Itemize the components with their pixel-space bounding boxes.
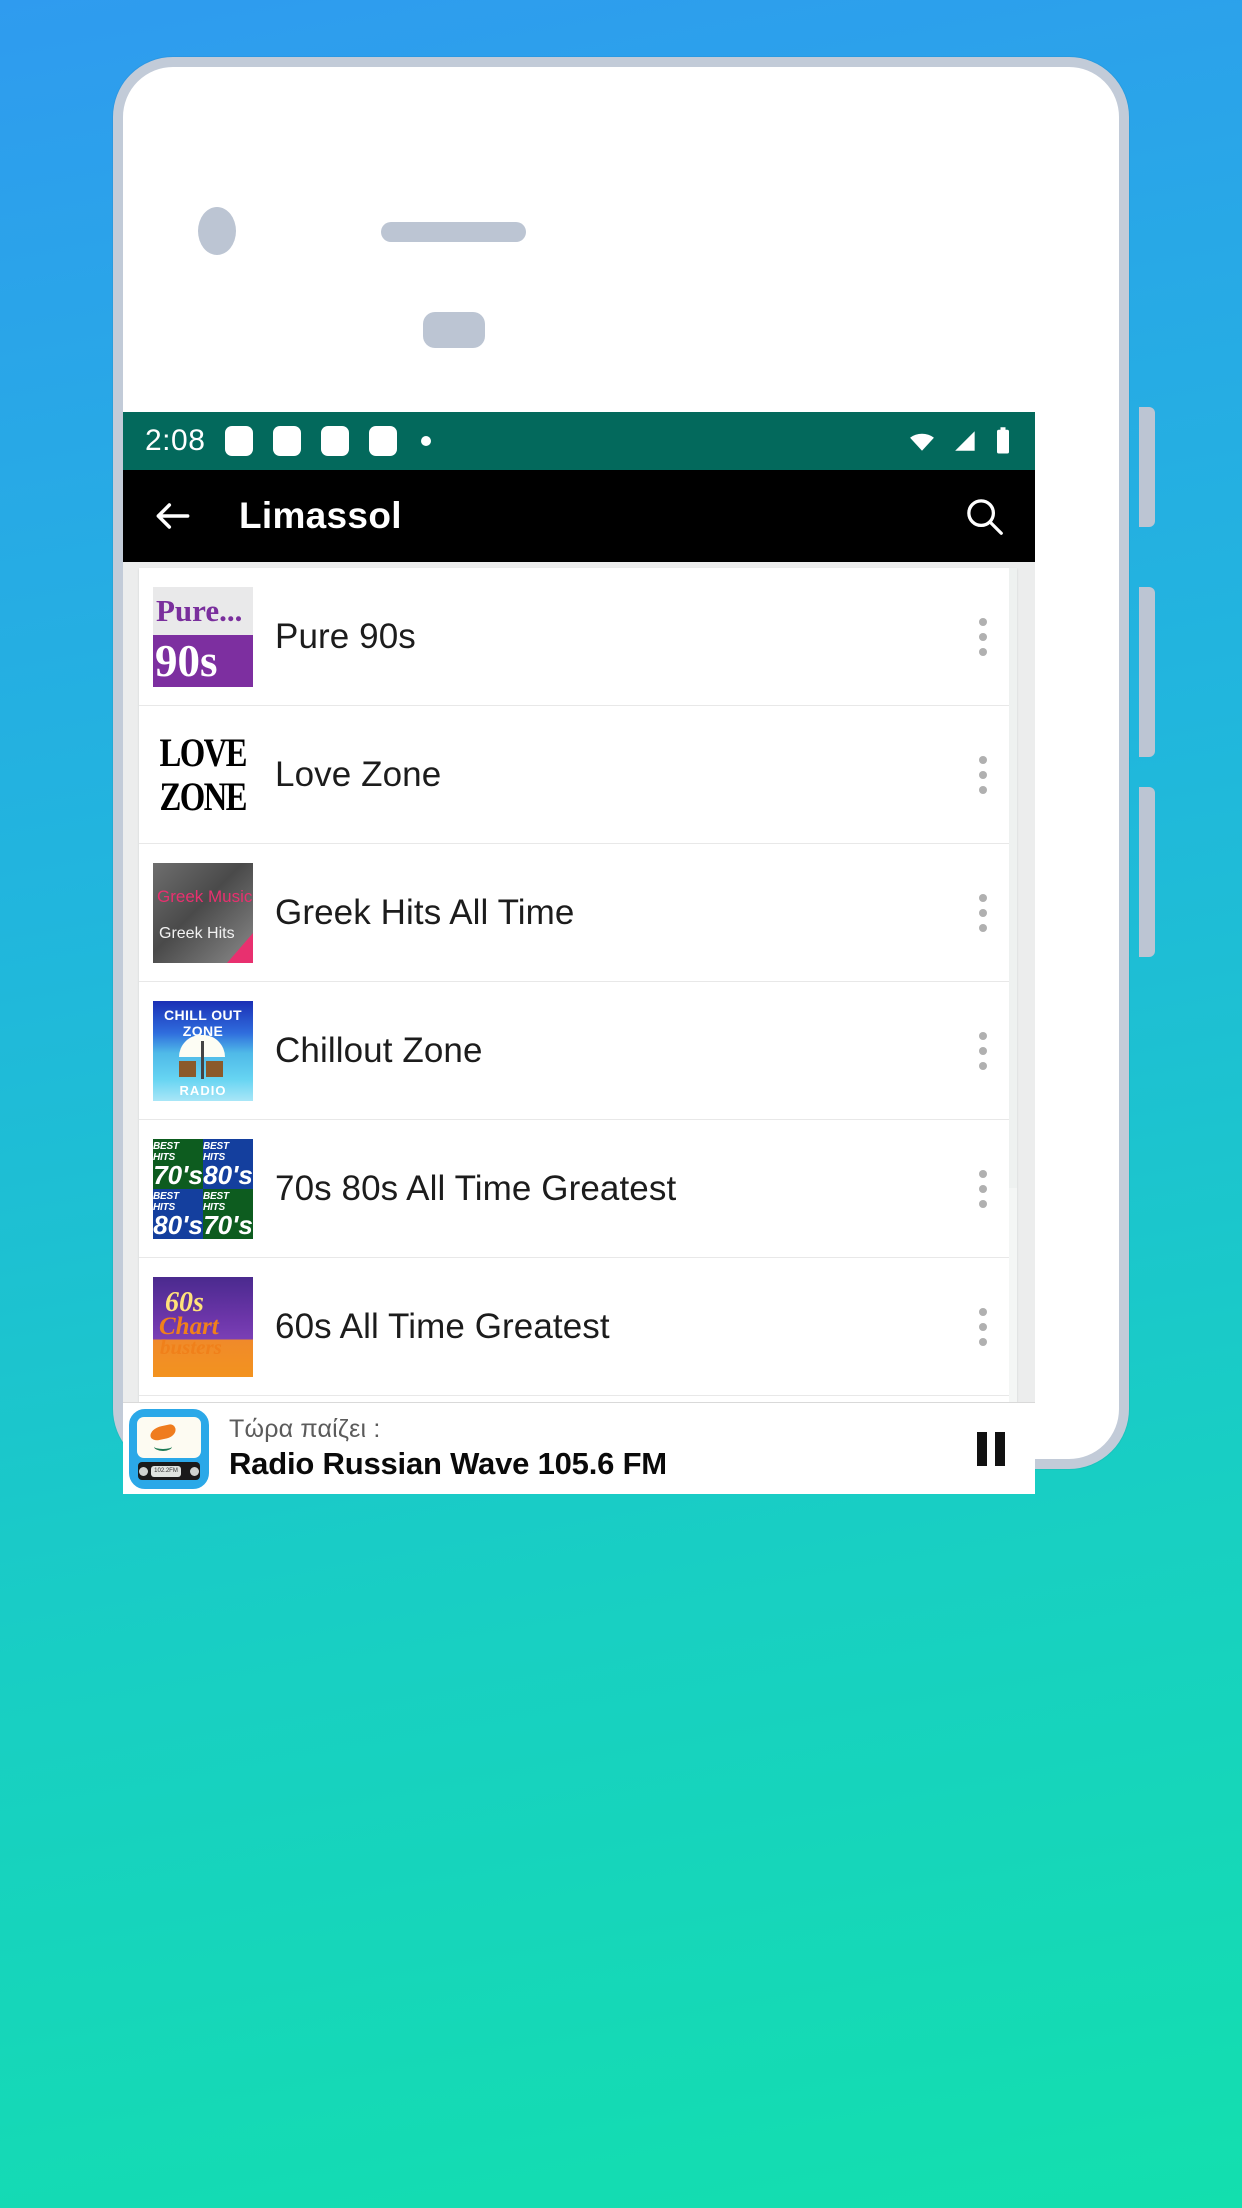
list-item[interactable]: Radio SAMA Radio SAMA Rádio Sama: [139, 1396, 1017, 1402]
thumb-year-q2: 80's: [203, 1159, 253, 1190]
pause-icon[interactable]: [977, 1431, 1005, 1466]
deck-chair-icon: [179, 1060, 196, 1077]
now-playing-station: Radio Russian Wave 105.6 FM: [229, 1446, 667, 1481]
list-item[interactable]: Greek Music Greek Hits Greek Hits All Ti…: [139, 844, 1017, 982]
thumb-text-line1: CHILL OUT ZONE: [163, 1006, 242, 1039]
love-zone-logo: LOVE ZONE: [153, 724, 253, 825]
thumb-text-line3: busters: [160, 1334, 222, 1359]
scrollbar-thumb[interactable]: [1009, 568, 1017, 1188]
station-name: 70s 80s All Time Greatest: [275, 1168, 677, 1208]
overflow-menu-icon[interactable]: [955, 1031, 1011, 1070]
phone-side-button[interactable]: [1139, 407, 1155, 527]
wifi-icon: [910, 433, 934, 451]
home-button[interactable]: [423, 312, 485, 348]
radio-frequency-display: 102.2FM: [151, 1465, 181, 1477]
notification-square-icon: [321, 426, 350, 456]
deck-chair-icon: [206, 1060, 223, 1077]
station-name: 60s All Time Greatest: [275, 1306, 610, 1346]
now-playing-label: Τώρα παίζει :: [229, 1415, 381, 1443]
notification-dot-icon: [421, 436, 432, 446]
phone-side-button[interactable]: [1139, 587, 1155, 757]
overflow-menu-icon[interactable]: [955, 893, 1011, 932]
phone-frame: 2:08 Limassol Pure... 90s Pure 90s LOVE …: [113, 57, 1155, 1494]
scrollbar-track[interactable]: [1009, 568, 1017, 1402]
search-icon[interactable]: [961, 493, 1007, 539]
station-list: Pure... 90s Pure 90s LOVE ZONE Love Zone: [139, 568, 1017, 1402]
front-camera-icon: [198, 207, 236, 255]
avatar: 102.2FM: [129, 1408, 209, 1489]
list-item[interactable]: BEST HITS 70's BEST HITS 80's BEST HITS …: [139, 1120, 1017, 1258]
thumb-text-line2: ZONE: [159, 773, 248, 819]
overflow-menu-icon[interactable]: [955, 617, 1011, 656]
radio-knob: [190, 1466, 199, 1476]
notification-square-icon: [369, 426, 398, 456]
notification-square-icon: [273, 426, 302, 456]
station-name: Greek Hits All Time: [275, 892, 575, 932]
station-name: Love Zone: [275, 754, 442, 794]
status-clock: 2:08: [145, 424, 206, 457]
phone-side-button[interactable]: [1139, 787, 1155, 957]
umbrella-pole: [201, 1040, 204, 1079]
station-name: Pure 90s: [275, 616, 416, 656]
thumb-text-bottom: 90s: [153, 634, 253, 687]
now-playing-bar[interactable]: 102.2FM Τώρα παίζει : Radio Russian Wave…: [123, 1402, 1035, 1494]
app-toolbar: Limassol: [123, 470, 1035, 562]
thumb-accent-corner: [227, 932, 253, 963]
thumb-text-line1: LOVE: [159, 729, 248, 775]
thumb-year-q1: 70's: [153, 1159, 203, 1190]
status-indicators: [905, 426, 1013, 456]
list-item[interactable]: 60s Chart busters 60s All Time Greatest: [139, 1258, 1017, 1396]
60s-chart-busters-logo: 60s Chart busters: [153, 1276, 253, 1377]
phone-screen: 2:08 Limassol Pure... 90s Pure 90s LOVE …: [123, 412, 1035, 1494]
station-list-area: Pure... 90s Pure 90s LOVE ZONE Love Zone: [123, 562, 1035, 1402]
list-item[interactable]: CHILL OUT ZONE RADIO Chillout Zone: [139, 982, 1017, 1120]
battery-icon: [997, 427, 1009, 454]
thumb-text-line1: Greek Music: [157, 886, 253, 906]
earpiece-speaker: [381, 222, 526, 242]
thumb-text-top: Pure...: [153, 586, 253, 635]
radio-knob: [139, 1466, 148, 1476]
notification-square-icon: [225, 426, 254, 456]
status-bar: 2:08: [123, 412, 1035, 470]
pure-90s-logo: Pure... 90s: [153, 586, 253, 687]
70s-80s-logo: BEST HITS 70's BEST HITS 80's BEST HITS …: [153, 1138, 253, 1239]
list-item[interactable]: LOVE ZONE Love Zone: [139, 706, 1017, 844]
olive-wreath-icon: [154, 1442, 172, 1451]
page-title: Limassol: [239, 495, 402, 536]
signal-icon: [955, 431, 975, 451]
overflow-menu-icon[interactable]: [955, 1169, 1011, 1208]
overflow-menu-icon[interactable]: [955, 1307, 1011, 1346]
chillout-zone-logo: CHILL OUT ZONE RADIO: [153, 1000, 253, 1101]
list-item[interactable]: Pure... 90s Pure 90s: [139, 568, 1017, 706]
thumb-year-q4: 70's: [203, 1209, 253, 1239]
overflow-menu-icon[interactable]: [955, 755, 1011, 794]
now-playing-text: Τώρα παίζει : Radio Russian Wave 105.6 F…: [229, 1415, 977, 1482]
station-name: Chillout Zone: [275, 1030, 483, 1070]
arrow-back-icon[interactable]: [151, 494, 195, 538]
greek-hits-logo: Greek Music Greek Hits: [153, 862, 253, 963]
thumb-year-q3: 80's: [153, 1209, 203, 1239]
thumb-text-line2: RADIO: [179, 1082, 227, 1098]
thumb-text-line2: Greek Hits: [159, 924, 235, 942]
